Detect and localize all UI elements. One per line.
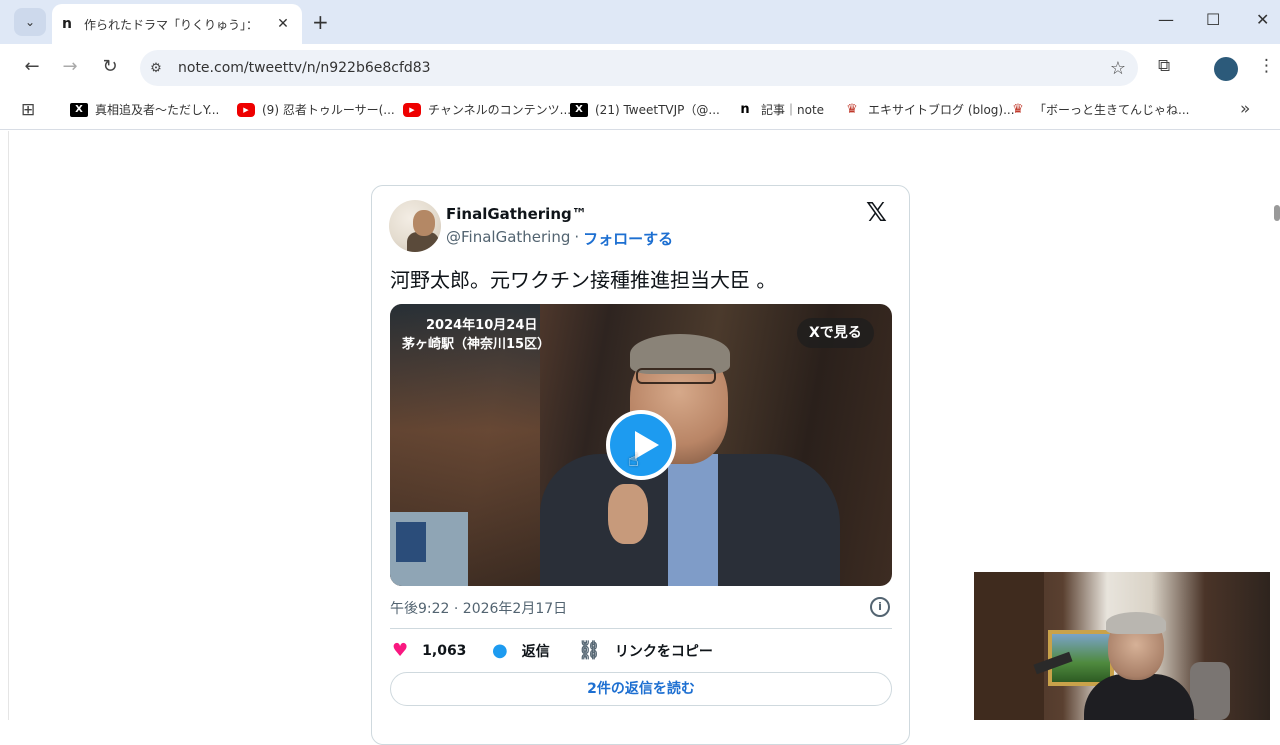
more-menu-icon[interactable]: ⋮ <box>1258 56 1275 76</box>
back-arrow-icon[interactable]: ← <box>20 56 44 77</box>
chevron-down-icon: ⌄ <box>24 15 36 29</box>
browser-toolbar: ← → ↻ ⚙ note.com/tweettv/n/n922b6e8cfd83… <box>0 44 1280 92</box>
separator-dot: · <box>574 228 580 246</box>
author-name[interactable]: FinalGathering™ <box>446 205 587 223</box>
link-icon: ⛓ <box>578 640 601 661</box>
bookmark-item[interactable]: n 記事｜note <box>736 101 824 118</box>
video-person-shirt <box>668 454 718 586</box>
bookmark-item[interactable]: ♛ 「ボーっと生きてんじゃね... <box>1009 101 1189 118</box>
play-button[interactable] <box>606 410 676 480</box>
bookmarks-overflow-icon[interactable]: » <box>1240 99 1250 119</box>
divider <box>390 628 892 629</box>
follow-link[interactable]: フォローする <box>583 228 673 249</box>
excite-icon: ♛ <box>1012 101 1024 117</box>
note-favicon-icon: n <box>62 16 72 32</box>
page-divider <box>8 131 9 720</box>
forward-arrow-icon[interactable]: → <box>58 56 82 77</box>
profile-avatar[interactable] <box>1214 57 1238 81</box>
bookmarks-bar: ⊞ X 真相追及者〜ただしY... ▶ (9) 忍者トゥルーサー(... ▶ チ… <box>0 92 1280 130</box>
webcam-shelf <box>974 572 1044 720</box>
author-handle[interactable]: @FinalGathering <box>446 228 570 249</box>
excite-icon: ♛ <box>846 101 858 117</box>
embedded-tweet[interactable]: FinalGathering™ @FinalGathering · フォローする… <box>371 185 910 745</box>
read-replies-button[interactable]: 2件の返信を読む <box>390 672 892 706</box>
youtube-icon: ▶ <box>237 102 255 117</box>
tweet-text: 河野太郎。元ワクチン接種推進担当大臣 。 <box>390 268 777 292</box>
like-count: 1,063 <box>422 642 467 659</box>
tab-strip: ⌄ n 作られたドラマ「りくりゅう」： ✕ + — ☐ ✕ <box>0 0 1280 44</box>
tab-search-button[interactable]: ⌄ <box>14 8 46 36</box>
video-date-caption: 2024年10月24日 <box>426 318 538 333</box>
video-sign <box>390 512 468 586</box>
avatar-face <box>413 210 435 236</box>
view-on-x-button[interactable]: Xで見る <box>797 318 874 348</box>
address-bar[interactable]: ⚙ note.com/tweettv/n/n922b6e8cfd83 ☆ <box>140 50 1138 86</box>
note-icon: n <box>740 101 750 117</box>
reply-label: 返信 <box>521 643 550 660</box>
close-window-button[interactable]: ✕ <box>1256 10 1269 29</box>
bookmark-item[interactable]: X 真相追及者〜ただしY... <box>70 101 219 118</box>
apps-grid-icon[interactable]: ⊞ <box>21 100 35 120</box>
copy-link-label: リンクをコピー <box>614 643 713 660</box>
minimize-button[interactable]: — <box>1158 10 1174 29</box>
maximize-button[interactable]: ☐ <box>1206 10 1220 29</box>
author-avatar[interactable] <box>389 200 441 252</box>
hand-cursor-icon: ☝ <box>628 450 639 471</box>
url-text[interactable]: note.com/tweettv/n/n922b6e8cfd83 <box>178 60 1098 76</box>
x-icon: X <box>570 102 588 117</box>
reply-button[interactable]: ● 返信 <box>492 640 550 661</box>
heart-icon: ♥ <box>392 640 409 661</box>
tweet-video[interactable]: 2024年10月24日 茅ヶ崎駅（神奈川15区） Xで見る ☝ <box>390 304 892 586</box>
tab-close-icon[interactable]: ✕ <box>274 16 292 32</box>
webcam-overlay <box>974 572 1270 720</box>
tab-active[interactable]: n 作られたドラマ「りくりゅう」： ✕ <box>52 4 302 44</box>
tweet-timestamp[interactable]: 午後9:22 · 2026年2月17日 <box>390 598 567 618</box>
webcam-person-body <box>1084 674 1194 720</box>
author-handle-row: @FinalGathering · フォローする <box>446 228 673 249</box>
video-place-caption: 茅ヶ崎駅（神奈川15区） <box>402 337 551 352</box>
webcam-chair <box>1190 662 1230 720</box>
reply-bubble-icon: ● <box>492 640 508 661</box>
scrollbar-thumb[interactable] <box>1274 205 1280 221</box>
bookmark-item[interactable]: ▶ チャンネルのコンテンツ... <box>403 101 571 118</box>
tab-title: 作られたドラマ「りくりゅう」： <box>84 17 259 32</box>
video-sign-inner <box>396 522 426 562</box>
bookmark-item[interactable]: ♛ エキサイトブログ (blog)... <box>843 101 1014 118</box>
video-person-glasses <box>636 368 716 384</box>
like-button[interactable]: ♥ 1,063 <box>392 640 466 661</box>
youtube-icon: ▶ <box>403 102 421 117</box>
reload-icon[interactable]: ↻ <box>98 56 122 77</box>
new-tab-button[interactable]: + <box>312 10 329 34</box>
webcam-person-hair <box>1106 612 1166 634</box>
bookmark-item[interactable]: ▶ (9) 忍者トゥルーサー(... <box>237 101 395 118</box>
extensions-icon[interactable]: ⧉ <box>1158 56 1170 76</box>
copy-link-button[interactable]: ⛓ リンクをコピー <box>578 640 713 661</box>
bookmark-star-icon[interactable]: ☆ <box>1098 58 1138 79</box>
bookmark-item[interactable]: X (21) TweetTVJP（@... <box>570 101 720 118</box>
x-icon: X <box>70 102 88 117</box>
x-logo-icon[interactable]: 𝕏 <box>866 198 887 228</box>
video-person-hand <box>608 484 648 544</box>
info-icon[interactable]: i <box>870 597 890 617</box>
site-info-icon[interactable]: ⚙ <box>140 61 172 76</box>
